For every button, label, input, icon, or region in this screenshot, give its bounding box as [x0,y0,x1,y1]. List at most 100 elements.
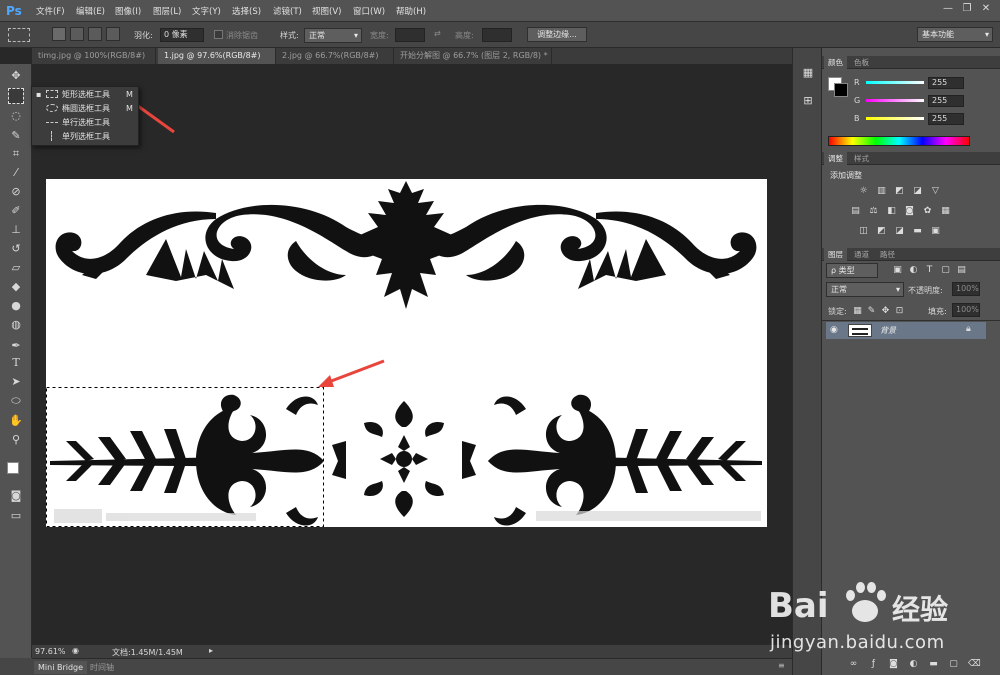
clone-stamp-icon[interactable]: ⊥ [8,222,24,238]
tab-adjustments[interactable]: 调整 [824,152,847,165]
type-tool-icon[interactable]: T [8,355,24,371]
curves-icon[interactable]: ◩ [894,186,905,196]
dodge-tool-icon[interactable]: ◍ [8,317,24,333]
tab-paths[interactable]: 路径 [876,248,899,261]
blur-tool-icon[interactable]: ● [8,298,24,314]
zoom-tool-icon[interactable]: ⚲ [8,432,24,448]
filter-adjust-icon[interactable]: ◐ [908,265,919,275]
exposure-icon[interactable]: ◪ [912,186,923,196]
foreground-color-swatch[interactable] [7,462,19,474]
new-selection-icon[interactable] [52,27,66,41]
history-brush-icon[interactable]: ↺ [8,241,24,257]
fill-input[interactable]: 100% [952,303,980,317]
flyout-item-ellipse-marquee[interactable]: 椭圆选框工具 M [32,102,138,115]
blend-mode-dropdown[interactable]: 正常 ▾ [826,282,904,297]
screen-mode-icon[interactable]: ▭ [8,508,24,524]
intersect-selection-icon[interactable] [106,27,120,41]
lock-paint-icon[interactable]: ✎ [866,306,877,316]
menu-help[interactable]: 帮助(H) [396,5,426,17]
zoom-level[interactable]: 97.61% [35,647,66,656]
filter-type-icon[interactable]: T [924,265,935,275]
color-spectrum[interactable] [828,136,970,146]
brush-tool-icon[interactable]: ✐ [8,203,24,219]
tool-preset-icon[interactable] [8,28,30,42]
menu-type[interactable]: 文字(Y) [192,5,221,17]
quick-mask-icon[interactable]: ◙ [8,488,24,504]
flyout-item-single-row[interactable]: 单行选框工具 [32,116,138,129]
posterize-icon[interactable]: ◩ [876,226,887,236]
b-slider[interactable] [866,117,924,120]
r-slider[interactable] [866,81,924,84]
hand-tool-icon[interactable]: ✋ [8,413,24,429]
flyout-item-single-column[interactable]: 单列选框工具 [32,130,138,143]
filter-shape-icon[interactable]: ▢ [940,265,951,275]
lock-position-icon[interactable]: ✥ [880,306,891,316]
filter-smart-icon[interactable]: ▤ [956,265,967,275]
tab-timg[interactable]: timg.jpg @ 100%(RGB/8#) [32,48,156,64]
bw-icon[interactable]: ◧ [886,206,897,216]
g-slider[interactable] [866,99,924,102]
g-value[interactable]: 255 [928,95,964,107]
menu-edit[interactable]: 编辑(E) [76,5,105,17]
style-dropdown[interactable]: 正常 ▾ [304,28,362,43]
subtract-selection-icon[interactable] [88,27,102,41]
opacity-input[interactable]: 100% [952,282,980,296]
menu-filter[interactable]: 滤镜(T) [273,5,302,17]
invert-icon[interactable]: ◫ [858,226,869,236]
eyedropper-tool-icon[interactable]: ⁄ [8,165,24,181]
move-tool-icon[interactable]: ✥ [8,68,24,84]
layer-kind-filter[interactable]: ρ 类型 [826,263,878,278]
bg-color-swatch[interactable] [834,83,848,97]
levels-icon[interactable]: ▥ [876,186,887,196]
flyout-item-rect-marquee[interactable]: ▪ 矩形选框工具 M [32,88,138,101]
tab-timeline[interactable]: 时间轴 [90,661,114,674]
threshold-icon[interactable]: ◪ [894,226,905,236]
minimize-button[interactable]: — [940,2,956,16]
swap-icon[interactable]: ⇄ [434,29,441,38]
history-panel-icon[interactable]: ▦ [801,66,815,80]
antialias-checkbox[interactable] [214,30,223,39]
photo-filter-icon[interactable]: ◙ [904,206,915,216]
visibility-eye-icon[interactable]: ◉ [830,325,838,335]
b-value[interactable]: 255 [928,113,964,125]
menu-window[interactable]: 窗口(W) [353,5,385,17]
lock-all-icon[interactable]: ⊡ [894,306,905,316]
tab-swatches[interactable]: 色板 [850,56,873,69]
tab-channels[interactable]: 通道 [850,248,873,261]
filter-pixel-icon[interactable]: ▣ [892,265,903,275]
r-value[interactable]: 255 [928,77,964,89]
workspace-dropdown[interactable]: 基本功能 ▾ [917,27,993,42]
menu-file[interactable]: 文件(F) [36,5,65,17]
layer-row-background[interactable]: ◉ 背景 🔒︎ [826,322,986,339]
tab-breakdown[interactable]: 开始分解图 @ 66.7% (图层 2, RGB/8) * [394,48,552,64]
crop-tool-icon[interactable]: ⌗ [8,146,24,162]
selective-color-icon[interactable]: ▣ [930,226,941,236]
status-menu-icon[interactable]: ▸ [209,646,213,655]
gradient-map-icon[interactable]: ▬ [912,226,923,236]
menu-select[interactable]: 选择(S) [232,5,261,17]
vibrance-icon[interactable]: ▽ [930,186,941,196]
properties-panel-icon[interactable]: ⊞ [801,94,815,108]
quick-select-tool-icon[interactable]: ✎ [8,128,24,144]
lasso-tool-icon[interactable]: ◌ [8,108,24,124]
paint-bucket-icon[interactable]: ◆ [8,279,24,295]
shape-tool-icon[interactable]: ⬭ [8,393,24,409]
channel-mixer-icon[interactable]: ✿ [922,206,933,216]
eraser-tool-icon[interactable]: ▱ [8,260,24,276]
tab-layers[interactable]: 图层 [824,248,847,261]
add-selection-icon[interactable] [70,27,84,41]
tab-color[interactable]: 颜色 [824,56,847,69]
color-lookup-icon[interactable]: ▦ [940,206,951,216]
tab-mini-bridge[interactable]: Mini Bridge [34,661,88,674]
path-select-icon[interactable]: ➤ [8,374,24,390]
refine-edge-button[interactable]: 调整边缘... [527,27,587,42]
menu-layer[interactable]: 图层(L) [153,5,181,17]
hue-sat-icon[interactable]: ▤ [850,206,861,216]
brightness-icon[interactable]: ☼ [858,186,869,196]
pen-tool-icon[interactable]: ✒ [8,338,24,354]
lock-pixels-icon[interactable]: ▦ [852,306,863,316]
tab-1-jpg[interactable]: 1.jpg @ 97.6%(RGB/8#) [158,48,276,64]
height-input[interactable] [482,28,512,42]
feather-input[interactable]: 0 像素 [160,28,204,42]
width-input[interactable] [395,28,425,42]
